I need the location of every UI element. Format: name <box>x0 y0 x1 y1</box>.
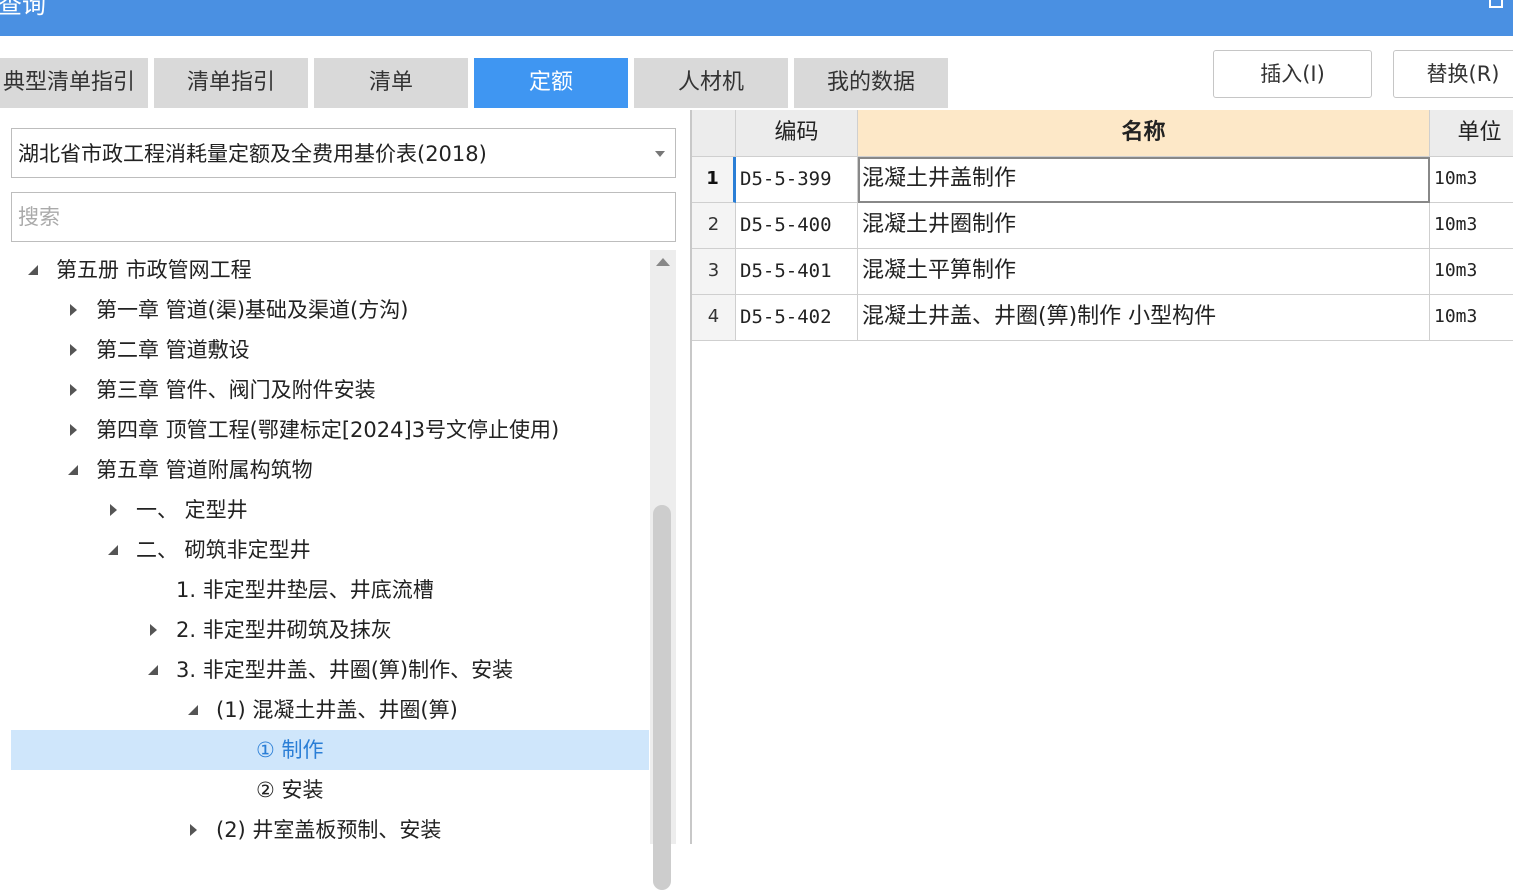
left-pane: 湖北省市政工程消耗量定额及全费用基价表(2018) 第五册 市政管网工程第一章 … <box>0 110 690 890</box>
column-header-code[interactable]: 编码 <box>736 110 858 157</box>
collapse-triangle-icon[interactable] <box>66 290 82 330</box>
collapse-triangle-icon[interactable] <box>186 810 202 844</box>
tree-scrollbar[interactable] <box>650 250 676 890</box>
name-cell[interactable]: 混凝土井盖、井圈(箅)制作 小型构件 <box>858 295 1430 341</box>
row-number-header <box>692 110 736 157</box>
expand-triangle-icon[interactable] <box>146 650 162 690</box>
tab-quota[interactable]: 定额 <box>474 58 628 108</box>
tree-node-label: 二、 砌筑非定型井 <box>136 538 311 562</box>
tree-node[interactable]: 2. 非定型井砌筑及抹灰 <box>11 610 649 650</box>
tree-node[interactable]: 3. 非定型井盖、井圈(箅)制作、安装 <box>11 650 649 690</box>
tree-node[interactable]: (2) 井室盖板预制、安装 <box>11 810 649 844</box>
tree-node-label: ② 安装 <box>256 778 324 802</box>
tree-node-label: 1. 非定型井垫层、井底流槽 <box>176 578 434 602</box>
tree-node-label: ① 制作 <box>256 738 324 762</box>
tree-node-label: (1) 混凝土井盖、井圈(箅) <box>216 698 458 722</box>
row-number[interactable]: 3 <box>692 249 736 295</box>
collapse-triangle-icon[interactable] <box>66 410 82 450</box>
column-header-name[interactable]: 名称 <box>858 110 1430 157</box>
collapse-triangle-icon[interactable] <box>66 330 82 370</box>
tree-node[interactable]: 第一章 管道(渠)基础及渠道(方沟) <box>11 290 649 330</box>
expand-triangle-icon[interactable] <box>186 690 202 730</box>
tree-node[interactable]: 1. 非定型井垫层、井底流槽 <box>11 570 649 610</box>
collapse-triangle-icon[interactable] <box>66 370 82 410</box>
tab-typical-list-guide[interactable]: 典型清单指引 <box>0 58 148 108</box>
tree-node[interactable]: 第四章 顶管工程(鄂建标定[2024]3号文停止使用) <box>11 410 649 450</box>
library-select[interactable]: 湖北省市政工程消耗量定额及全费用基价表(2018) <box>11 128 676 178</box>
row-number[interactable]: 1 <box>692 157 736 203</box>
replace-button[interactable]: 替换(R) <box>1393 50 1513 98</box>
unit-cell[interactable]: 10m3 <box>1430 203 1513 249</box>
scrollbar-thumb[interactable] <box>653 505 671 890</box>
tree-node-label: 一、 定型井 <box>136 498 248 522</box>
tree-node[interactable]: ① 制作 <box>11 730 649 770</box>
tree-node[interactable]: 一、 定型井 <box>11 490 649 530</box>
code-cell[interactable]: D5-5-399 <box>736 157 858 203</box>
tree-node-label: 第四章 顶管工程(鄂建标定[2024]3号文停止使用) <box>96 418 560 442</box>
insert-button[interactable]: 插入(I) <box>1213 50 1372 98</box>
tree-node-label: 第五册 市政管网工程 <box>56 258 252 282</box>
unit-cell[interactable]: 10m3 <box>1430 249 1513 295</box>
tree-node[interactable]: 第三章 管件、阀门及附件安装 <box>11 370 649 410</box>
tree-node-label: 3. 非定型井盖、井圈(箅)制作、安装 <box>176 658 514 682</box>
code-cell[interactable]: D5-5-402 <box>736 295 858 341</box>
name-cell[interactable]: 混凝土井盖制作 <box>858 157 1430 203</box>
scroll-up-icon[interactable] <box>656 258 670 266</box>
chevron-down-icon[interactable] <box>655 151 665 157</box>
window-title: 查询 <box>0 0 46 19</box>
row-number[interactable]: 4 <box>692 295 736 341</box>
tab-list-guide[interactable]: 清单指引 <box>154 58 308 108</box>
expand-triangle-icon[interactable] <box>106 530 122 570</box>
name-cell[interactable]: 混凝土平箅制作 <box>858 249 1430 295</box>
tree-node-label: 第五章 管道附属构筑物 <box>96 458 313 482</box>
expand-triangle-icon[interactable] <box>26 250 42 290</box>
tree-node-label: 第三章 管件、阀门及附件安装 <box>96 378 376 402</box>
tab-list[interactable]: 清单 <box>314 58 468 108</box>
tree-node-label: 第二章 管道敷设 <box>96 338 250 362</box>
row-number[interactable]: 2 <box>692 203 736 249</box>
tab-my-data[interactable]: 我的数据 <box>794 58 948 108</box>
library-select-value: 湖北省市政工程消耗量定额及全费用基价表(2018) <box>18 142 487 166</box>
tab-labor-material-machine[interactable]: 人材机 <box>634 58 788 108</box>
code-cell[interactable]: D5-5-401 <box>736 249 858 295</box>
search-input[interactable] <box>11 192 676 242</box>
unit-cell[interactable]: 10m3 <box>1430 157 1513 203</box>
collapse-triangle-icon[interactable] <box>106 490 122 530</box>
tree-node[interactable]: 二、 砌筑非定型井 <box>11 530 649 570</box>
column-header-unit[interactable]: 单位 <box>1430 110 1513 157</box>
tree-node[interactable]: 第五章 管道附属构筑物 <box>11 450 649 490</box>
tree-node[interactable]: 第二章 管道敷设 <box>11 330 649 370</box>
tree-node-label: 2. 非定型井砌筑及抹灰 <box>176 618 392 642</box>
code-cell[interactable]: D5-5-400 <box>736 203 858 249</box>
tree-node[interactable]: (1) 混凝土井盖、井圈(箅) <box>11 690 649 730</box>
chapter-tree: 第五册 市政管网工程第一章 管道(渠)基础及渠道(方沟) 第二章 管道敷设第三章 … <box>11 250 649 844</box>
title-bar: 查询 <box>0 0 1513 36</box>
name-cell[interactable]: 混凝土井圈制作 <box>858 203 1430 249</box>
tree-node-label: 第一章 管道(渠)基础及渠道(方沟) <box>96 298 409 322</box>
unit-cell[interactable]: 10m3 <box>1430 295 1513 341</box>
right-pane: 编码 名称 单位 1 D5-5-399 混凝土井盖制作 10m3 2 D5-5-400 混凝… <box>690 110 1513 844</box>
tree-node[interactable]: ② 安装 <box>11 770 649 810</box>
collapse-triangle-icon[interactable] <box>146 610 162 650</box>
tree-node[interactable]: 第五册 市政管网工程 <box>11 250 649 290</box>
tree-node-label: (2) 井室盖板预制、安装 <box>216 818 442 842</box>
expand-triangle-icon[interactable] <box>66 450 82 490</box>
maximize-icon[interactable] <box>1489 0 1503 8</box>
